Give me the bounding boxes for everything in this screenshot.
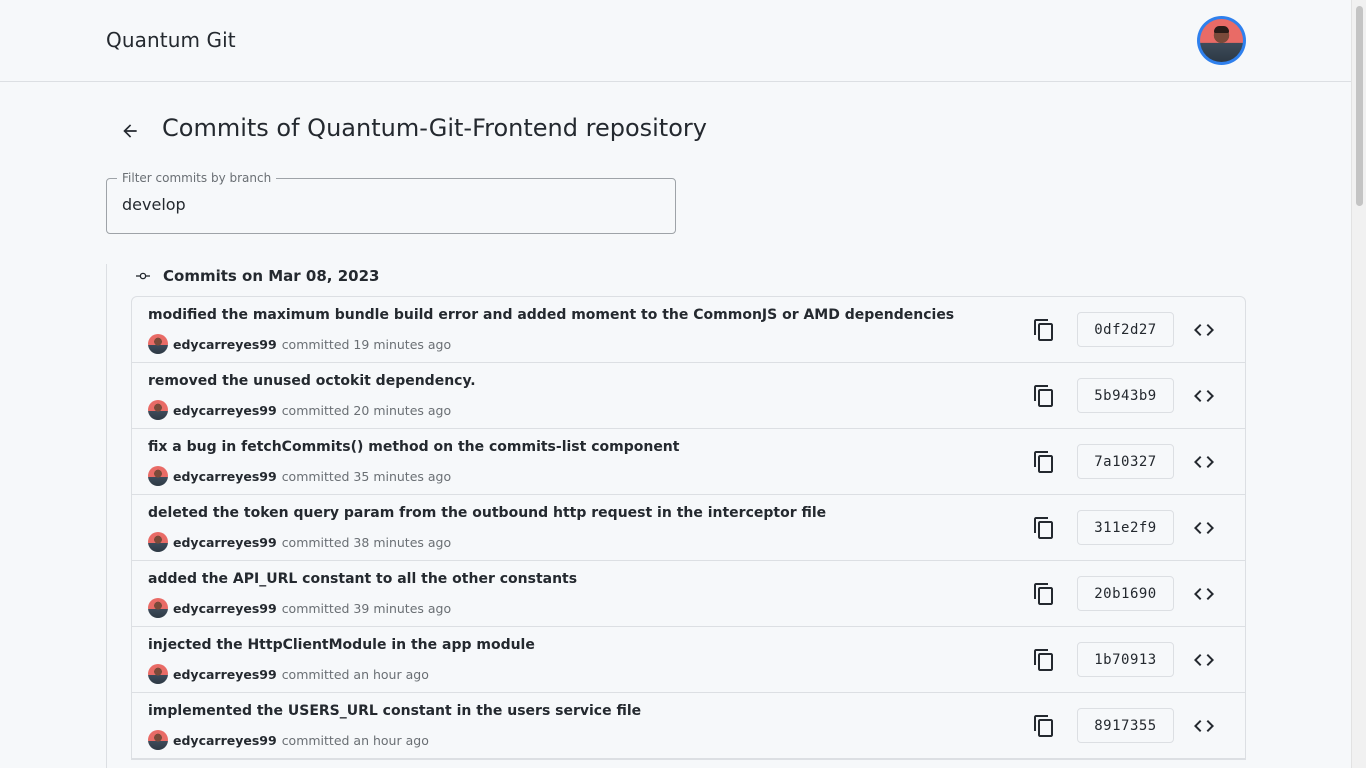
page-scrollbar[interactable] (1351, 0, 1366, 768)
browse-code-button[interactable] (1192, 581, 1216, 607)
author-avatar (148, 466, 168, 486)
commit-sha-button[interactable]: 7a10327 (1077, 444, 1174, 479)
commit-sha-button[interactable]: 311e2f9 (1077, 510, 1174, 545)
commit-message[interactable]: implemented the USERS_URL constant in th… (148, 703, 641, 719)
branch-filter-field[interactable]: Filter commits by branch develop (106, 171, 676, 234)
commit-row: fix a bug in fetchCommits() method on th… (132, 429, 1245, 495)
browse-code-button[interactable] (1192, 713, 1216, 739)
commit-message[interactable]: deleted the token query param from the o… (148, 505, 826, 521)
code-icon (1194, 654, 1214, 666)
arrow-left-icon (123, 124, 137, 138)
copy-icon (1034, 319, 1053, 341)
commit-message[interactable]: injected the HttpClientModule in the app… (148, 637, 535, 653)
user-avatar[interactable] (1197, 16, 1246, 65)
commit-author[interactable]: edycarreyes99 (173, 733, 277, 748)
commit-author[interactable]: edycarreyes99 (173, 535, 277, 550)
commit-time: committed 38 minutes ago (281, 534, 452, 550)
top-bar: Quantum Git (0, 0, 1351, 82)
copy-icon (1034, 715, 1053, 737)
commit-meta: edycarreyes99 committed 20 minutes ago (148, 400, 451, 420)
commit-sha-button[interactable]: 8917355 (1077, 708, 1174, 743)
copy-sha-button[interactable] (1032, 713, 1056, 739)
author-avatar (148, 598, 168, 618)
commit-time: committed 35 minutes ago (281, 468, 452, 484)
commit-meta: edycarreyes99 committed an hour ago (148, 730, 429, 750)
commit-message[interactable]: fix a bug in fetchCommits() method on th… (148, 439, 679, 455)
commit-sha-button[interactable]: 20b1690 (1077, 576, 1174, 611)
copy-sha-button[interactable] (1032, 383, 1056, 409)
commit-author[interactable]: edycarreyes99 (173, 337, 277, 352)
code-icon (1194, 720, 1214, 732)
copy-icon (1034, 385, 1053, 407)
browse-code-button[interactable] (1192, 383, 1216, 409)
copy-icon (1034, 649, 1053, 671)
commit-author[interactable]: edycarreyes99 (173, 667, 277, 682)
commit-time: committed an hour ago (281, 666, 429, 682)
commit-meta: edycarreyes99 committed 38 minutes ago (148, 532, 451, 552)
commit-author[interactable]: edycarreyes99 (173, 403, 277, 418)
back-button[interactable] (116, 117, 144, 145)
copy-icon (1034, 517, 1053, 539)
commit-message[interactable]: added the API_URL constant to all the ot… (148, 571, 577, 587)
commit-meta: edycarreyes99 committed 35 minutes ago (148, 466, 451, 486)
commit-author[interactable]: edycarreyes99 (173, 601, 277, 616)
commit-meta: edycarreyes99 committed 19 minutes ago (148, 334, 451, 354)
commit-message[interactable]: modified the maximum bundle build error … (148, 307, 954, 323)
commit-sha-button[interactable]: 0df2d27 (1077, 312, 1174, 347)
commit-author[interactable]: edycarreyes99 (173, 469, 277, 484)
branch-filter-input[interactable]: develop (122, 195, 642, 214)
app-title[interactable]: Quantum Git (106, 28, 236, 52)
commit-time: committed 20 minutes ago (281, 402, 452, 418)
browse-code-button[interactable] (1192, 515, 1216, 541)
code-icon (1194, 324, 1214, 336)
copy-sha-button[interactable] (1032, 515, 1056, 541)
author-avatar (148, 664, 168, 684)
commit-group-title: Commits on Mar 08, 2023 (163, 267, 380, 285)
commit-row: implemented the USERS_URL constant in th… (132, 693, 1245, 759)
author-avatar (148, 532, 168, 552)
avatar-image (1200, 19, 1243, 62)
copy-sha-button[interactable] (1032, 317, 1056, 343)
copy-sha-button[interactable] (1032, 449, 1056, 475)
author-avatar (148, 334, 168, 354)
git-commit-icon (136, 272, 150, 280)
copy-icon (1034, 451, 1053, 473)
copy-sha-button[interactable] (1032, 647, 1056, 673)
copy-icon (1034, 583, 1053, 605)
commit-sha-button[interactable]: 1b70913 (1077, 642, 1174, 677)
commit-row: deleted the token query param from the o… (132, 495, 1245, 561)
commit-row: injected the HttpClientModule in the app… (132, 627, 1245, 693)
commit-sha-button[interactable]: 5b943b9 (1077, 378, 1174, 413)
code-icon (1194, 456, 1214, 468)
commit-time: committed 39 minutes ago (281, 600, 452, 616)
branch-filter-label: Filter commits by branch (117, 171, 277, 185)
commit-time: committed 19 minutes ago (281, 336, 452, 352)
commit-row: added the API_URL constant to all the ot… (132, 561, 1245, 627)
commit-meta: edycarreyes99 committed an hour ago (148, 664, 429, 684)
commit-message[interactable]: removed the unused octokit dependency. (148, 373, 476, 389)
browse-code-button[interactable] (1192, 647, 1216, 673)
scrollbar-thumb[interactable] (1356, 6, 1363, 206)
code-icon (1194, 588, 1214, 600)
browse-code-button[interactable] (1192, 317, 1216, 343)
timeline-line (106, 264, 107, 768)
code-icon (1194, 390, 1214, 402)
commit-row: modified the maximum bundle build error … (132, 297, 1245, 363)
author-avatar (148, 730, 168, 750)
commit-group-header: Commits on Mar 08, 2023 (136, 266, 379, 286)
copy-sha-button[interactable] (1032, 581, 1056, 607)
commit-meta: edycarreyes99 committed 39 minutes ago (148, 598, 451, 618)
code-icon (1194, 522, 1214, 534)
commit-row: removed the unused octokit dependency. e… (132, 363, 1245, 429)
page-title: Commits of Quantum-Git-Frontend reposito… (162, 114, 707, 142)
commit-time: committed an hour ago (281, 732, 429, 748)
browse-code-button[interactable] (1192, 449, 1216, 475)
commits-list: modified the maximum bundle build error … (131, 296, 1246, 760)
author-avatar (148, 400, 168, 420)
